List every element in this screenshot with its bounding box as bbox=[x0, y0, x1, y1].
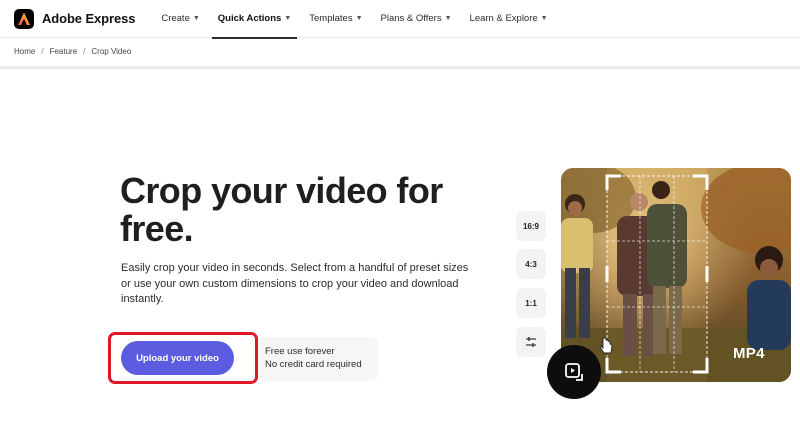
chevron-down-icon: ▼ bbox=[284, 15, 292, 22]
page-title: Crop your video for free. bbox=[120, 170, 443, 249]
pricing-note: Free use forever No credit card required bbox=[258, 337, 378, 381]
adobe-express-logo-icon bbox=[14, 8, 34, 29]
video-crop-button[interactable] bbox=[547, 345, 601, 399]
nav-item-label: Create bbox=[161, 13, 190, 24]
nav-item-create[interactable]: Create ▼ bbox=[155, 0, 205, 38]
nav-item-label: Plans & Offers bbox=[380, 13, 442, 24]
pricing-note-line: Free use forever bbox=[265, 346, 335, 357]
main-nav: Create ▼ Quick Actions ▼ Templates ▼ Pla… bbox=[155, 0, 559, 39]
breadcrumb-divider bbox=[0, 66, 800, 69]
pricing-note-line: No credit card required bbox=[265, 359, 362, 370]
breadcrumb-feature[interactable]: Feature bbox=[50, 47, 78, 56]
ratio-16-9-button[interactable]: 16:9 bbox=[516, 211, 546, 241]
brand[interactable]: Adobe Express bbox=[14, 8, 136, 29]
chevron-down-icon: ▼ bbox=[444, 15, 452, 22]
upload-video-button[interactable]: Upload your video bbox=[121, 341, 234, 375]
brand-name: Adobe Express bbox=[42, 11, 136, 26]
format-badge: MP4 bbox=[733, 345, 765, 362]
breadcrumb-separator: / bbox=[41, 47, 44, 56]
nav-item-quick-actions[interactable]: Quick Actions ▼ bbox=[211, 0, 298, 39]
nav-item-learn-explore[interactable]: Learn & Explore ▼ bbox=[464, 0, 554, 38]
ratio-1-1-button[interactable]: 1:1 bbox=[516, 288, 546, 318]
nav-item-label: Quick Actions bbox=[217, 13, 282, 24]
nav-item-plans-offers[interactable]: Plans & Offers ▼ bbox=[375, 0, 458, 38]
breadcrumb-current: Crop Video bbox=[91, 47, 132, 56]
nav-item-templates[interactable]: Templates ▼ bbox=[303, 0, 368, 38]
hero-description: Easily crop your video in seconds. Selec… bbox=[121, 262, 469, 305]
chevron-down-icon: ▼ bbox=[355, 15, 363, 22]
breadcrumb: Home / Feature / Crop Video bbox=[14, 47, 131, 56]
ratio-4-3-button[interactable]: 4:3 bbox=[516, 249, 546, 279]
breadcrumb-separator: / bbox=[83, 47, 86, 56]
sliders-icon bbox=[526, 337, 536, 347]
nav-item-label: Templates bbox=[309, 13, 353, 24]
chevron-down-icon: ▼ bbox=[540, 15, 548, 22]
nav-item-label: Learn & Explore bbox=[469, 13, 538, 24]
top-nav: Adobe Express Create ▼ Quick Actions ▼ T… bbox=[0, 0, 800, 39]
video-crop-icon bbox=[565, 363, 583, 381]
custom-size-button[interactable] bbox=[516, 327, 546, 357]
chevron-down-icon: ▼ bbox=[192, 15, 200, 22]
breadcrumb-home[interactable]: Home bbox=[14, 47, 35, 56]
